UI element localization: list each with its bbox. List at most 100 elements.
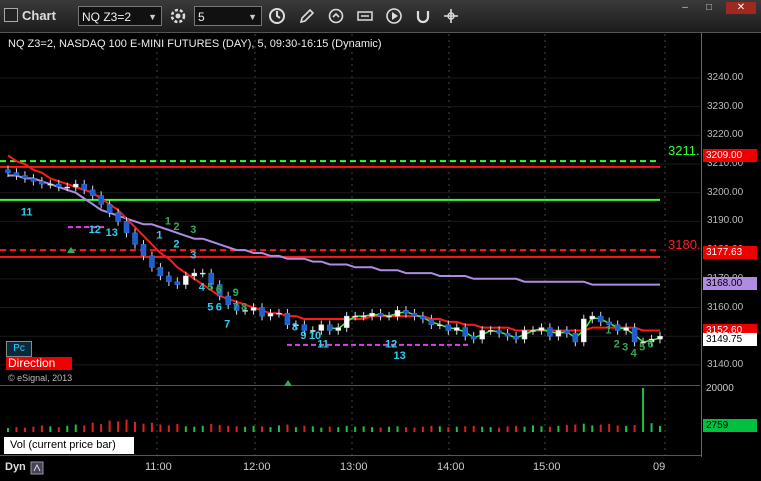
- candle-body: [174, 281, 181, 285]
- candle-body: [437, 324, 443, 326]
- time-tick-label: 14:00: [437, 461, 465, 473]
- sequence-count-label: 7: [233, 301, 239, 313]
- candle-body: [250, 307, 257, 311]
- candle-body: [64, 186, 71, 189]
- candle-body: [623, 327, 629, 331]
- direction-indicator-label[interactable]: Direction: [6, 357, 72, 370]
- candle-body: [657, 335, 663, 340]
- sequence-count-label: 2: [173, 221, 179, 233]
- candle-body: [183, 275, 189, 285]
- candle-body: [352, 315, 358, 318]
- pc-indicator-label[interactable]: Pc: [6, 341, 32, 357]
- price-tick-label: 3240.00: [707, 71, 744, 83]
- sequence-count-label: 6: [216, 284, 222, 296]
- sequence-count-label: 9: [233, 287, 239, 299]
- candle-body: [343, 315, 350, 328]
- moving-averages: [7, 154, 661, 343]
- time-tick-label: 09: [653, 461, 666, 473]
- volume-axis-label: 20000: [703, 382, 757, 395]
- dynamic-settings-icon[interactable]: [30, 461, 44, 475]
- candle-body: [428, 318, 435, 325]
- price-tag-red-mid: 3177.63: [703, 246, 757, 259]
- price-chart[interactable]: 1112 131 2 31234 5 6 95 6 7 87 89 1011 121312 3 4 5 6: [0, 0, 761, 481]
- candle-body: [513, 335, 519, 340]
- price-tag-last: 3149.75: [703, 333, 757, 346]
- candle-body: [614, 324, 621, 331]
- candle-body: [445, 324, 452, 331]
- candle-body: [225, 295, 231, 305]
- sequence-count-label: 9: [300, 330, 306, 342]
- sequence-count-label: 7: [224, 319, 230, 331]
- price-tick-label: 3230.00: [707, 100, 744, 112]
- candle-body: [89, 189, 96, 196]
- candle-body: [454, 327, 460, 331]
- candle-body: [98, 195, 104, 205]
- sequence-labels: 1112 131 2 31234 5 6 95 6 7 87 89 1011 121312 3 4 5 6: [21, 207, 654, 386]
- level-label-mid: 3180.: [668, 237, 701, 252]
- candle-body: [157, 267, 164, 277]
- sequence-count-label: 3: [190, 250, 196, 262]
- price-tick-label: 3160.00: [707, 301, 744, 313]
- candle-body: [386, 315, 392, 318]
- candle-body: [123, 221, 130, 234]
- candle-body: [547, 327, 553, 337]
- volume-bars: [7, 388, 661, 432]
- candle-body: [403, 310, 409, 314]
- candle-body: [470, 335, 477, 340]
- candle-body: [284, 313, 291, 325]
- horizontal-levels: [0, 160, 660, 346]
- candle-body: [369, 313, 375, 317]
- candle-body: [47, 183, 54, 186]
- candle-body: [276, 313, 282, 315]
- candle-body: [420, 315, 426, 320]
- candle-body: [394, 310, 401, 317]
- candle-body: [487, 330, 494, 332]
- sequence-count-label: 12: [89, 224, 101, 236]
- candle-body: [597, 315, 604, 323]
- candle-body: [504, 333, 511, 337]
- candle-body: [327, 324, 333, 331]
- candle-body: [106, 203, 113, 214]
- candle-body: [377, 313, 384, 317]
- copyright-notice: © eSignal, 2013: [8, 373, 73, 383]
- sequence-count-label: 6: [216, 301, 222, 313]
- candle-body: [360, 315, 367, 318]
- candle-body: [191, 272, 198, 277]
- candle-body: [267, 313, 274, 317]
- candle-body: [166, 275, 172, 282]
- candle-body: [538, 327, 545, 331]
- sequence-count-label: 4: [199, 281, 206, 293]
- candle-body: [589, 315, 596, 320]
- price-tick-label: 3220.00: [707, 129, 744, 141]
- price-tick-label: 3140.00: [707, 358, 744, 370]
- chart-title: NQ Z3=2, NASDAQ 100 E-MINI FUTURES (DAY)…: [8, 38, 382, 50]
- candle-body: [13, 172, 20, 176]
- price-tick-label: 3190.00: [707, 215, 744, 227]
- level-label-upper: 3211.: [668, 143, 700, 158]
- candle-body: [56, 183, 62, 188]
- sequence-count-label: 1: [605, 324, 611, 336]
- moving-average-red: [7, 154, 660, 332]
- time-tick-label: 11:00: [145, 461, 172, 473]
- candle-body: [140, 244, 147, 257]
- price-tick-label: 3200.00: [707, 186, 744, 198]
- volume-study-label[interactable]: Vol (current price bar): [4, 437, 134, 454]
- price-tag-purple: 3168.00: [703, 277, 757, 290]
- sequence-count-label: 8: [292, 321, 298, 333]
- sequence-count-label: 3: [190, 224, 196, 236]
- candle-body: [81, 183, 87, 191]
- sequence-count-label: 3: [622, 342, 628, 354]
- candle-body: [411, 313, 418, 317]
- sequence-count-label: 13: [106, 227, 118, 239]
- candle-body: [72, 183, 79, 188]
- candle-body: [479, 330, 485, 340]
- sequence-count-label: 8: [241, 301, 247, 313]
- candle-body: [39, 181, 45, 185]
- time-tick-label: 15:00: [533, 461, 561, 473]
- candle-body: [132, 232, 138, 245]
- candle-body: [22, 175, 28, 179]
- dynamic-label[interactable]: Dyn: [5, 461, 26, 473]
- sequence-count-label: 5: [639, 342, 645, 354]
- sequence-count-label: 1: [165, 215, 171, 227]
- sequence-count-label: 12: [385, 339, 397, 351]
